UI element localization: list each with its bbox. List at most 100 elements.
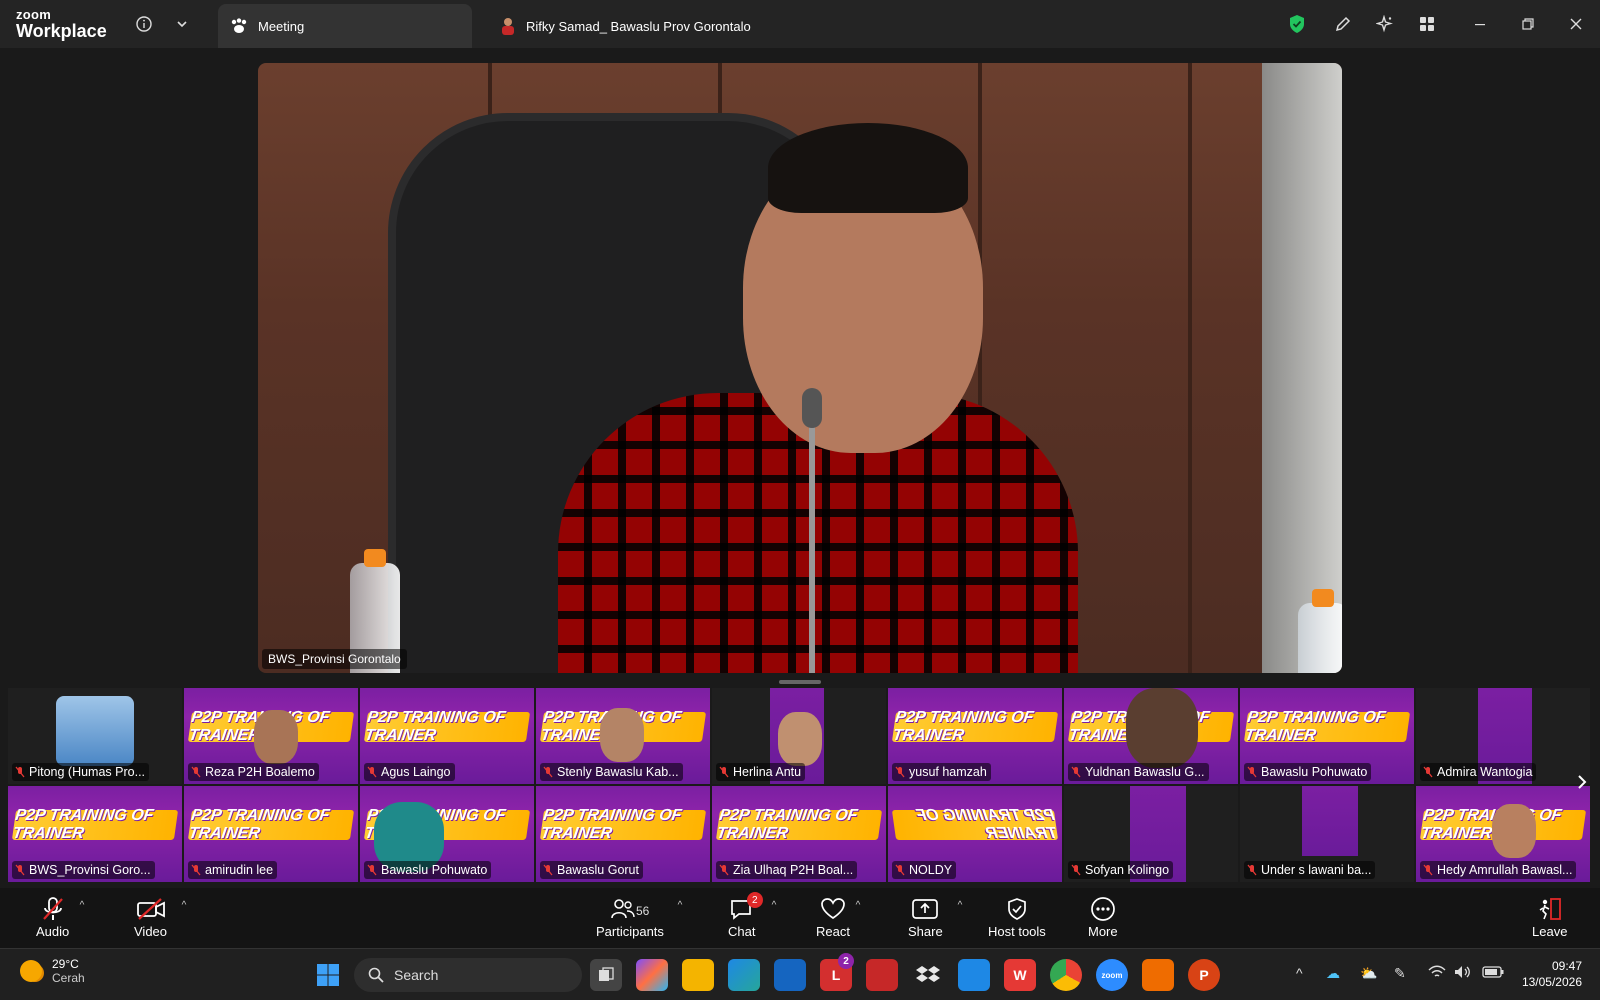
- copilot-icon[interactable]: [636, 959, 668, 991]
- dropbox-icon[interactable]: [912, 959, 944, 991]
- participants-button[interactable]: 56 Participants: [596, 894, 664, 939]
- onedrive-cloud-icon[interactable]: ☁: [1326, 965, 1340, 982]
- weather-widget[interactable]: 29°C Cerah: [20, 957, 85, 985]
- brand-workplace: Workplace: [16, 21, 107, 41]
- participant-tile[interactable]: P2P TRAINING OF TRAINER Hedy Amrullah Ba…: [1416, 786, 1590, 882]
- muted-mic-icon: [1071, 766, 1081, 778]
- participant-tile[interactable]: Sofyan Kolingo: [1064, 786, 1238, 882]
- participant-tile[interactable]: P2P TRAINING OF TRAINER Bawaslu Pohuwato: [1240, 688, 1414, 784]
- file-explorer-icon[interactable]: [682, 959, 714, 991]
- participant-face: [1492, 804, 1536, 858]
- participant-tile[interactable]: P2P TRAINING OF TRAINER Zia Ulhaq P2H Bo…: [712, 786, 886, 882]
- participant-tile[interactable]: P2P TRAINING OF TRAINER amirudin lee: [184, 786, 358, 882]
- host-shield-icon: [1006, 894, 1028, 924]
- audio-button[interactable]: Audio: [36, 894, 69, 939]
- volume-icon[interactable]: [1454, 965, 1472, 982]
- leave-button[interactable]: Leave: [1532, 894, 1567, 939]
- caret-up-icon: ^: [181, 900, 187, 911]
- meeting-controls-toolbar: Audio ^ Video ^ 56 Participants ^ 2 Chat…: [0, 888, 1600, 948]
- participant-tile[interactable]: Admira Wantogia: [1416, 688, 1590, 784]
- participant-name-label: Yuldnan Bawaslu G...: [1068, 763, 1209, 781]
- restore-icon[interactable]: [1514, 10, 1542, 38]
- microsoft-store-icon[interactable]: [774, 959, 806, 991]
- ai-companion-sparkle-icon[interactable]: [1371, 10, 1399, 38]
- muted-mic-icon: [367, 766, 377, 778]
- more-button[interactable]: More: [1088, 894, 1118, 939]
- speaker-avatar-icon: [500, 17, 516, 35]
- annotate-pencil-icon[interactable]: [1329, 10, 1357, 38]
- chevron-down-icon[interactable]: [170, 12, 194, 36]
- participant-tile[interactable]: P2P TRAINING OF TRAINER Reza P2H Boalemo: [184, 688, 358, 784]
- clock-date: 13/05/2026: [1521, 975, 1582, 989]
- react-label: React: [816, 924, 850, 939]
- pen-input-icon[interactable]: ✎: [1394, 965, 1406, 982]
- task-view-icon[interactable]: [590, 959, 622, 991]
- leave-label: Leave: [1532, 924, 1568, 939]
- muted-mic-icon: [191, 766, 201, 778]
- encryption-shield-icon[interactable]: [1283, 10, 1311, 38]
- participant-tile[interactable]: P2P TRAINING OF TRAINER Bawaslu Pohuwato: [360, 786, 534, 882]
- taskbar-clock[interactable]: 09:47 13/05/2026: [1522, 958, 1582, 990]
- participant-tile[interactable]: P2P TRAINING OF TRAINER BWS_Provinsi Gor…: [8, 786, 182, 882]
- participant-tile[interactable]: P2P TRAINING OF TRAINER Stenly Bawaslu K…: [536, 688, 710, 784]
- apps-grid-icon[interactable]: [1413, 10, 1441, 38]
- training-banner-text: P2P TRAINING OF TRAINER: [1244, 709, 1411, 744]
- tab-meeting[interactable]: Meeting: [218, 4, 472, 48]
- participant-tile[interactable]: P2P TRAINING OF TRAINER NOLDY: [888, 786, 1062, 882]
- video-button[interactable]: Video: [134, 894, 167, 939]
- participant-name-label: Bawaslu Pohuwato: [364, 861, 492, 879]
- mcafee-shield-icon[interactable]: [866, 959, 898, 991]
- microphone-icon: [802, 388, 822, 428]
- wall-seam: [1188, 63, 1192, 673]
- minimize-icon[interactable]: [1466, 10, 1494, 38]
- zoom-app-icon[interactable]: zoom: [1096, 959, 1128, 991]
- meeting-info-icon[interactable]: [132, 12, 156, 36]
- chat-button[interactable]: 2 Chat: [728, 892, 763, 939]
- share-button[interactable]: Share: [908, 894, 943, 939]
- participant-tile[interactable]: P2P TRAINING OF TRAINER Agus Laingo: [360, 688, 534, 784]
- tab-pinned-speaker[interactable]: Rifky Samad_ Bawaslu Prov Gorontalo: [500, 4, 751, 48]
- participant-tile[interactable]: P2P TRAINING OF TRAINER Bawaslu Gorut: [536, 786, 710, 882]
- participant-tile[interactable]: Pitong (Humas Pro...: [8, 688, 182, 784]
- gallery-next-page-icon[interactable]: [1576, 774, 1588, 795]
- wifi-icon[interactable]: [1428, 965, 1446, 982]
- search-placeholder: Search: [394, 967, 439, 983]
- app-l-icon[interactable]: L2: [820, 953, 854, 991]
- caret-up-icon: ^: [79, 900, 85, 911]
- powerpoint-icon[interactable]: P: [1188, 959, 1220, 991]
- battery-icon[interactable]: [1482, 965, 1504, 981]
- active-speaker-video[interactable]: BWS_Provinsi Gorontalo: [258, 63, 1342, 673]
- cloud-sync-icon[interactable]: ⛅: [1360, 965, 1377, 982]
- title-bar: zoom Workplace Meeting Rifky Samad_ Bawa…: [0, 0, 1600, 48]
- app-orange-icon[interactable]: [1142, 959, 1174, 991]
- edge-browser-icon[interactable]: [728, 959, 760, 991]
- more-dots-icon: [1090, 894, 1116, 924]
- host-tools-label: Host tools: [988, 924, 1046, 939]
- participant-tile[interactable]: Herlina Antu: [712, 688, 886, 784]
- audio-label: Audio: [36, 924, 70, 939]
- weather-temp: 29°C: [52, 957, 79, 971]
- outlook-icon[interactable]: [958, 959, 990, 991]
- chrome-icon[interactable]: [1050, 959, 1082, 991]
- participant-face: [778, 712, 822, 766]
- tray-overflow-chevron-icon[interactable]: ^: [1296, 965, 1303, 981]
- react-button[interactable]: React: [816, 894, 850, 939]
- training-banner-text: P2P TRAINING OF TRAINER: [188, 807, 355, 842]
- windows-start-icon[interactable]: [312, 959, 344, 991]
- taskbar-search-box[interactable]: Search: [354, 958, 582, 992]
- training-banner-text: P2P TRAINING OF TRAINER: [12, 807, 179, 842]
- participant-tile[interactable]: P2P TRAINING OF TRAINER yusuf hamzah: [888, 688, 1062, 784]
- microphone-muted-icon: [41, 894, 65, 924]
- host-tools-button[interactable]: Host tools: [988, 894, 1046, 939]
- close-icon[interactable]: [1562, 10, 1590, 38]
- muted-mic-icon: [895, 864, 905, 876]
- microphone-stand: [809, 413, 815, 673]
- participant-gallery-strip: Pitong (Humas Pro... P2P TRAINING OF TRA…: [8, 640, 1592, 882]
- caret-up-icon: ^: [771, 900, 777, 911]
- muted-mic-icon: [1423, 864, 1433, 876]
- participant-tile[interactable]: Under s lawani ba...: [1240, 786, 1414, 882]
- participant-tile[interactable]: P2P TRAINING OF TRAINER Yuldnan Bawaslu …: [1064, 688, 1238, 784]
- wps-office-icon[interactable]: W: [1004, 959, 1036, 991]
- muted-mic-icon: [895, 766, 905, 778]
- more-label: More: [1088, 924, 1118, 939]
